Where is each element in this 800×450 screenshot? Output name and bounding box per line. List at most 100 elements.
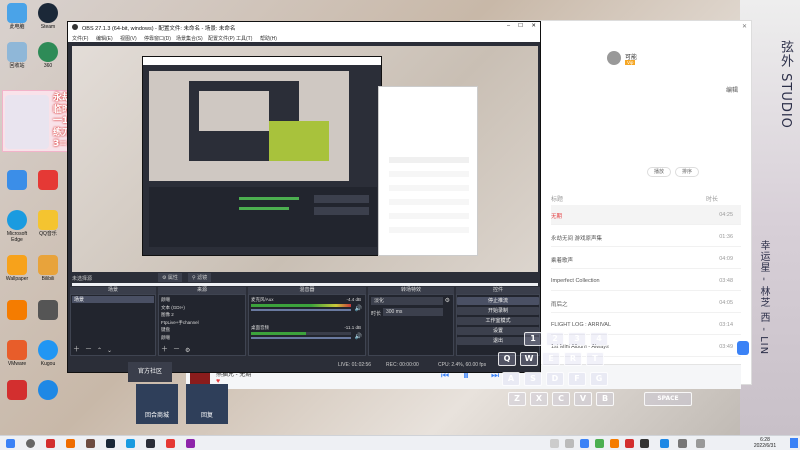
menu-tools[interactable]: 工具(T) — [236, 35, 252, 42]
sort-button[interactable]: 排序 — [675, 167, 699, 177]
desktop-icon-bili[interactable]: Bilibili — [34, 255, 62, 282]
properties-button[interactable]: ⚙ 属性 — [158, 273, 182, 282]
desktop-icon-360[interactable]: 360 — [34, 42, 62, 69]
app-icon[interactable] — [86, 439, 95, 448]
desktop-icon-red2[interactable] — [3, 380, 31, 401]
speaker-icon[interactable]: 🔊 — [355, 305, 362, 312]
play-all-button[interactable]: 播放 — [647, 167, 671, 177]
network-icon[interactable] — [696, 439, 705, 448]
source-item[interactable]: 颜噶 — [161, 334, 245, 342]
desktop-icon-qq[interactable]: Kugou — [34, 340, 62, 367]
desktop-icon-music[interactable]: QQ音乐 — [34, 210, 62, 237]
menu-profile[interactable]: 配置文件(P) — [208, 35, 235, 42]
tray-icon[interactable] — [580, 439, 589, 448]
desktop-icon-edge[interactable]: Microsoft Edge — [3, 210, 31, 243]
desktop-icon-kugou[interactable] — [34, 380, 62, 401]
studio-mode-button[interactable]: 工作室模式 — [457, 317, 539, 325]
app-icon[interactable] — [186, 439, 195, 448]
sources-dock[interactable]: 颜噶 文本 (GDI+) 图像 2 FtpLive+手channel 键盘 颜噶… — [158, 294, 246, 356]
source-item[interactable]: FtpLive+手channel — [161, 319, 245, 327]
duration-input[interactable]: 300 ms — [383, 308, 443, 316]
key-g: G — [590, 372, 608, 386]
steam-icon[interactable] — [106, 439, 115, 448]
add-icon[interactable]: ＋ — [73, 344, 80, 354]
edit-link[interactable]: 编辑 — [726, 85, 738, 94]
edge-icon[interactable] — [126, 439, 135, 448]
obs-menubar: 文件(F) 编辑(E) 视图(V) 停靠窗口(D) 场景集合(S) 配置文件(P… — [68, 33, 540, 42]
key-a: A — [502, 372, 520, 386]
tray-icon[interactable] — [640, 439, 649, 448]
down-icon[interactable]: ⌄ — [107, 347, 112, 354]
source-item[interactable]: 键盘 — [161, 326, 245, 334]
close-icon[interactable]: ✕ — [742, 23, 747, 30]
up-icon[interactable]: ⌃ — [97, 347, 102, 354]
stop-streaming-button[interactable]: 停止推流 — [457, 297, 539, 305]
search-icon[interactable] — [26, 439, 35, 448]
tray-icon[interactable] — [625, 439, 634, 448]
mic-db-value: -4.4 dB — [346, 297, 361, 302]
desktop-icon-red[interactable] — [34, 170, 62, 191]
scene-item[interactable]: 场景 — [72, 296, 154, 303]
menu-help[interactable]: 帮助(H) — [260, 35, 277, 42]
tray-icon[interactable] — [610, 439, 619, 448]
desktop-icon-wallpaper[interactable]: Wallpaper — [3, 255, 31, 282]
song-row[interactable]: 永劫无间 游戏原声集 01:36 — [551, 227, 741, 247]
obs-preview[interactable] — [72, 46, 538, 286]
gear-icon[interactable]: ⚙ — [445, 297, 450, 304]
add-icon[interactable]: ＋ — [161, 344, 168, 354]
source-item[interactable]: 图像 2 — [161, 311, 245, 319]
source-toolbar: 未选择源 ⚙ 属性 ⚲ 滤镜 — [68, 272, 540, 283]
song-row[interactable]: 乘着歌声 04:09 — [551, 249, 741, 269]
desktop-icon-vmware[interactable]: VMware — [3, 340, 31, 367]
tray-icon[interactable] — [565, 439, 574, 448]
tray-icon[interactable] — [550, 439, 559, 448]
filters-button[interactable]: ⚲ 滤镜 — [188, 273, 212, 282]
obs-window[interactable]: OBS 27.1.3 (64-bit, windows) - 配置文件: 未命名… — [67, 21, 541, 373]
desktop-icon-steam[interactable]: Steam — [34, 3, 62, 30]
source-item[interactable]: 颜噶 — [161, 296, 245, 304]
clock[interactable]: 6:28 2022/6/31 — [745, 437, 785, 449]
app-icon[interactable] — [46, 439, 55, 448]
remove-icon[interactable]: － — [85, 344, 92, 354]
remove-icon[interactable]: － — [173, 344, 180, 354]
obs-icon[interactable] — [146, 439, 155, 448]
desktop-volume-slider[interactable] — [251, 337, 351, 339]
menu-docks[interactable]: 停靠窗口(D) — [144, 35, 171, 42]
user-avatar[interactable] — [607, 51, 621, 65]
mobile-icon[interactable] — [737, 341, 749, 355]
anime-avatar — [5, 95, 49, 149]
menu-edit[interactable]: 编辑(E) — [96, 35, 113, 42]
menu-file[interactable]: 文件(F) — [72, 35, 88, 42]
maximize-icon[interactable]: ☐ — [518, 23, 523, 29]
mixer-dock[interactable]: 麦克风/Aux -4.4 dB 🔊 桌面音频 -11.1 dB 🔊 — [248, 294, 366, 356]
minimize-icon[interactable]: – — [507, 23, 510, 29]
menu-view[interactable]: 视图(V) — [120, 35, 137, 42]
start-recording-button[interactable]: 开始录制 — [457, 307, 539, 315]
menu-scene-collection[interactable]: 场景集合(S) — [176, 35, 203, 42]
desktop-icon-recycle[interactable]: 回收站 — [3, 42, 31, 69]
bilibili-icon — [38, 255, 58, 275]
tray-icon[interactable] — [595, 439, 604, 448]
gear-icon[interactable]: ⚙ — [185, 347, 190, 354]
speaker-icon[interactable]: 🔊 — [355, 333, 362, 340]
volume-icon[interactable] — [678, 439, 687, 448]
song-row[interactable]: 雨后之 04:05 — [551, 293, 741, 313]
desktop-icon-share[interactable] — [3, 170, 31, 191]
transition-select[interactable]: 淡化 — [371, 297, 443, 305]
transitions-dock[interactable]: 淡化 ⚙ 时长 300 ms — [368, 294, 454, 356]
tray-icon[interactable] — [660, 439, 669, 448]
mic-volume-slider[interactable] — [251, 309, 351, 311]
notification-icon[interactable] — [790, 438, 798, 448]
song-row[interactable]: 无期 04:25 — [551, 205, 741, 225]
source-item[interactable]: 文本 (GDI+) — [161, 304, 245, 312]
music-app-icon[interactable] — [166, 439, 175, 448]
app-icon[interactable] — [66, 439, 75, 448]
desktop-icon-orange[interactable] — [3, 300, 31, 321]
desktop-icon-grey[interactable] — [34, 300, 62, 321]
scenes-dock[interactable]: 场景 ＋ － ⌃ ⌄ — [70, 294, 156, 356]
close-icon[interactable]: ✕ — [531, 23, 536, 29]
song-row[interactable]: Imperfect Collection 03:48 — [551, 271, 741, 291]
desktop-icon-this-pc[interactable]: 此电脑 — [3, 3, 31, 30]
start-icon[interactable] — [6, 439, 15, 448]
keyboard-overlay: 1 2 3 4 Q W E R T A S D F G Z X C V B SP… — [494, 330, 704, 430]
